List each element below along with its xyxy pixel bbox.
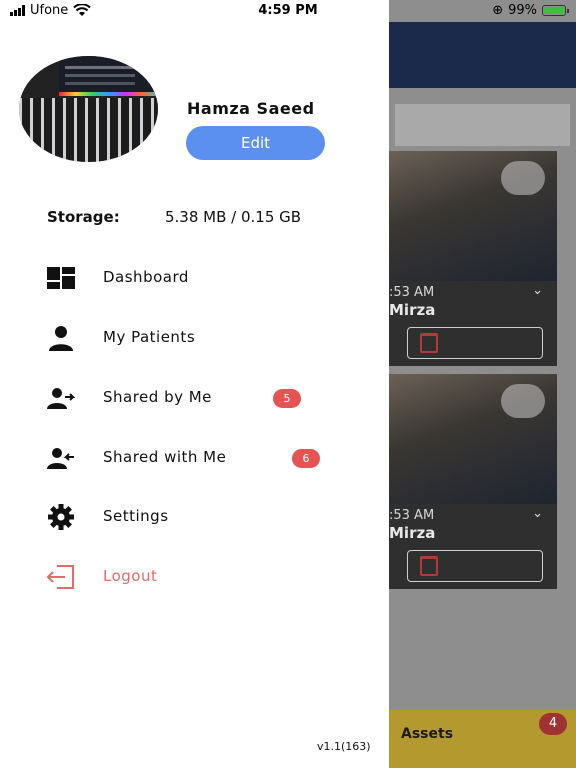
background-card[interactable]: :53 AM Mirza ⌄ — [389, 151, 557, 366]
menu-item-logout[interactable]: Logout — [0, 557, 389, 597]
delete-button[interactable] — [407, 550, 543, 582]
image-icon[interactable] — [501, 384, 545, 418]
menu-item-label: Shared with Me — [103, 448, 227, 466]
background-screen: :53 AM Mirza ⌄ :53 AM Mirza ⌄ Assets 4 — [389, 0, 576, 768]
battery-icon — [542, 5, 569, 16]
tab-assets-badge: 4 — [539, 713, 567, 735]
dashboard-icon — [45, 264, 77, 292]
storage-label: Storage: — [47, 208, 120, 226]
menu-item-label: Shared by Me — [103, 388, 212, 406]
status-right: ⊕ 99% — [492, 3, 569, 18]
background-card[interactable]: :53 AM Mirza ⌄ — [389, 374, 557, 589]
person-share-in-icon — [45, 444, 77, 472]
card-time: :53 AM — [389, 285, 435, 300]
background-search — [395, 104, 570, 146]
menu-item-settings[interactable]: Settings — [0, 497, 389, 537]
menu-item-shared-by-me[interactable]: Shared by Me 5 — [0, 378, 389, 418]
storage-value: 5.38 MB / 0.15 GB — [165, 208, 302, 226]
avatar-keyboard — [19, 98, 158, 162]
shared-by-me-badge: 5 — [273, 389, 301, 408]
menu-item-label: My Patients — [103, 328, 196, 346]
menu-item-shared-with-me[interactable]: Shared with Me 6 — [0, 438, 389, 478]
avatar[interactable] — [19, 56, 158, 162]
menu-item-my-patients[interactable]: My Patients — [0, 318, 389, 358]
status-bar: Ufone 4:59 PM ⊕ 99% — [0, 0, 576, 22]
side-drawer: Hamza Saeed Edit Storage: 5.38 MB / 0.15… — [0, 0, 389, 768]
gear-icon — [45, 503, 77, 531]
tab-assets[interactable]: Assets 4 — [389, 710, 576, 768]
orientation-lock-icon: ⊕ — [492, 3, 504, 18]
shared-with-me-badge: 6 — [292, 449, 320, 468]
logout-icon — [45, 563, 77, 591]
avatar-laptop-screen — [59, 56, 158, 94]
tab-assets-label: Assets — [401, 726, 454, 742]
chevron-down-icon[interactable]: ⌄ — [532, 506, 543, 521]
trash-icon — [420, 556, 438, 576]
chevron-down-icon[interactable]: ⌄ — [532, 283, 543, 298]
app-version: v1.1(163) — [317, 740, 371, 753]
person-icon — [45, 324, 77, 352]
menu-item-dashboard[interactable]: Dashboard — [0, 258, 389, 298]
menu-item-label: Logout — [103, 567, 158, 585]
delete-button[interactable] — [407, 327, 543, 359]
menu-item-label: Settings — [103, 507, 169, 525]
trash-icon — [420, 333, 438, 353]
battery-percent: 99% — [508, 3, 537, 18]
avatar-dock — [59, 92, 158, 96]
person-share-out-icon — [45, 384, 77, 412]
menu-item-label: Dashboard — [103, 268, 189, 286]
card-time: :53 AM — [389, 508, 435, 523]
image-icon[interactable] — [501, 161, 545, 195]
card-name: Mirza — [389, 524, 436, 542]
status-time: 4:59 PM — [258, 3, 318, 18]
card-name: Mirza — [389, 301, 436, 319]
background-header — [389, 22, 576, 88]
edit-profile-button[interactable]: Edit — [186, 126, 325, 160]
user-name: Hamza Saeed — [187, 99, 315, 118]
